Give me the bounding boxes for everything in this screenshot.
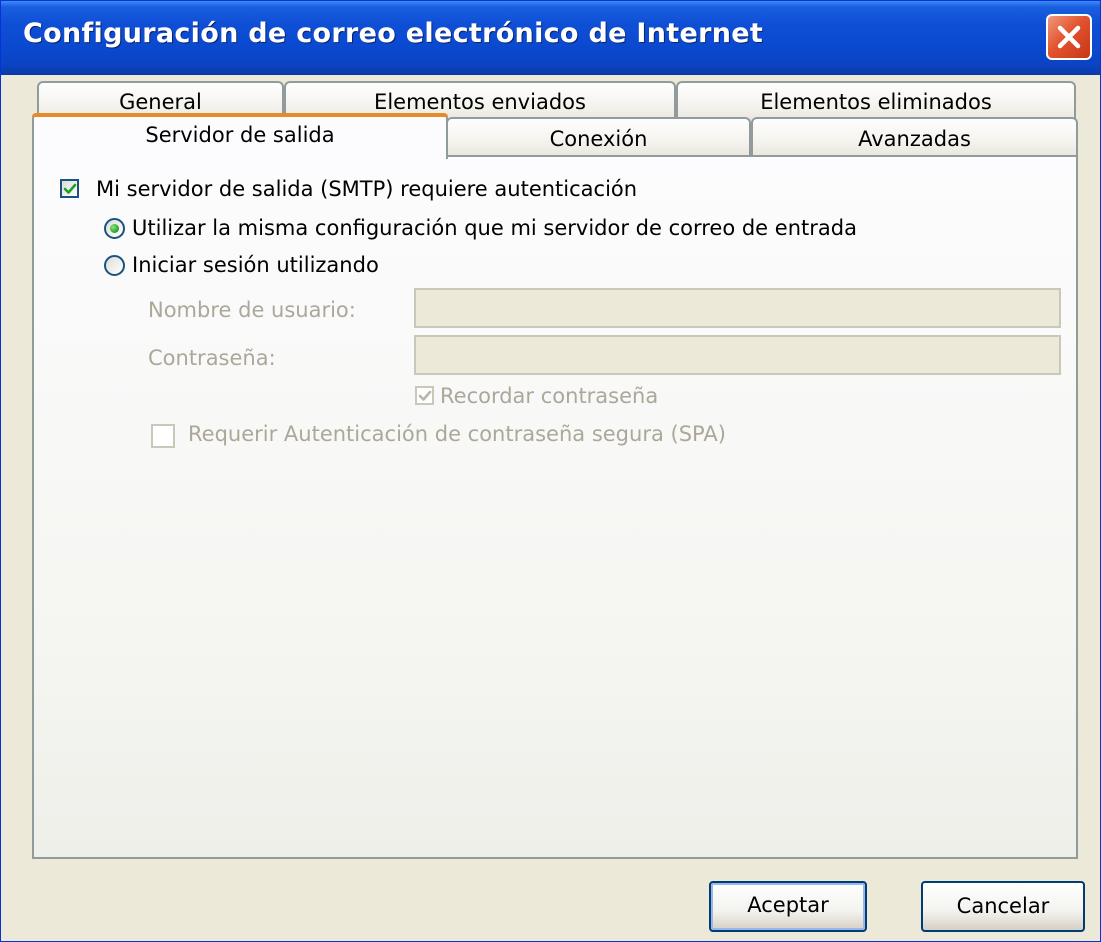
tab-outgoing-server[interactable]: Servidor de salida bbox=[32, 113, 448, 159]
spa-checkbox[interactable] bbox=[151, 424, 175, 448]
tab-deleted-items-label: Elementos eliminados bbox=[760, 90, 992, 114]
tab-connection-label: Conexión bbox=[549, 127, 648, 151]
smtp-auth-checkbox[interactable] bbox=[60, 179, 79, 198]
tab-advanced[interactable]: Avanzadas bbox=[751, 117, 1078, 157]
login-using-label: Iniciar sesión utilizando bbox=[132, 253, 379, 277]
window-title: Configuración de correo electrónico de I… bbox=[23, 18, 764, 49]
password-label: Contraseña: bbox=[148, 346, 276, 370]
login-using-radio[interactable] bbox=[104, 255, 125, 276]
checkmark-icon bbox=[63, 183, 77, 194]
username-field[interactable] bbox=[414, 288, 1061, 328]
ok-button[interactable]: Aceptar bbox=[709, 881, 867, 932]
tab-deleted-items[interactable]: Elementos eliminados bbox=[676, 81, 1076, 121]
cancel-button[interactable]: Cancelar bbox=[921, 881, 1085, 932]
same-settings-label: Utilizar la misma configuración que mi s… bbox=[132, 216, 857, 240]
close-icon bbox=[1057, 25, 1081, 49]
tab-panel-outgoing-server: Mi servidor de salida (SMTP) requiere au… bbox=[32, 155, 1078, 859]
checkmark-icon bbox=[418, 390, 432, 401]
password-field[interactable] bbox=[414, 335, 1061, 375]
tab-outgoing-server-label: Servidor de salida bbox=[145, 123, 335, 147]
title-bar[interactable]: Configuración de correo electrónico de I… bbox=[1, 1, 1100, 75]
smtp-auth-label: Mi servidor de salida (SMTP) requiere au… bbox=[96, 177, 638, 201]
tab-advanced-label: Avanzadas bbox=[858, 127, 971, 151]
spa-label: Requerir Autenticación de contraseña seg… bbox=[188, 422, 726, 446]
username-label: Nombre de usuario: bbox=[148, 298, 356, 322]
remember-password-label: Recordar contraseña bbox=[440, 384, 659, 408]
dialog-window: Configuración de correo electrónico de I… bbox=[0, 0, 1101, 942]
radio-selected-dot bbox=[110, 224, 119, 233]
tab-connection[interactable]: Conexión bbox=[446, 117, 751, 157]
close-button[interactable] bbox=[1046, 14, 1092, 60]
remember-password-checkbox[interactable] bbox=[415, 386, 434, 405]
same-settings-radio[interactable] bbox=[104, 218, 125, 239]
